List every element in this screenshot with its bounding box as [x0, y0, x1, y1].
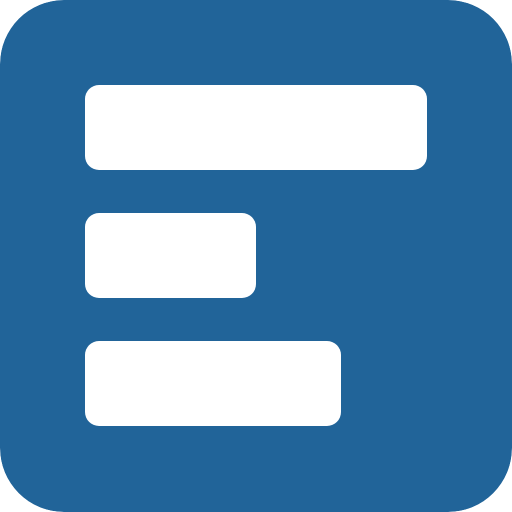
app-icon: [0, 0, 512, 512]
list-lines-icon: [0, 0, 512, 512]
top-bar: [85, 85, 427, 170]
bottom-bar: [85, 341, 341, 426]
middle-bar: [85, 213, 256, 298]
